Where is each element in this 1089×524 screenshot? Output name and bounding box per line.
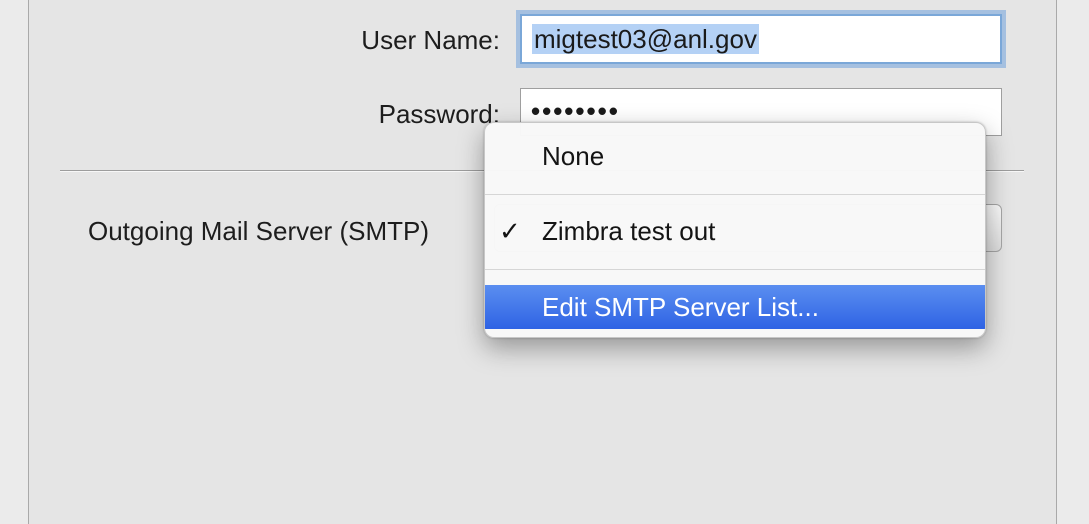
password-label: Password: bbox=[378, 99, 500, 129]
smtp-server-menu: None ✓ Zimbra test out Edit SMTP Server … bbox=[484, 122, 986, 338]
user-name-field[interactable]: migtest03@anl.gov bbox=[520, 14, 1002, 64]
user-name-value: migtest03@anl.gov bbox=[532, 24, 759, 54]
account-settings-panel: User Name: migtest03@anl.gov Password: •… bbox=[0, 0, 1089, 524]
menu-item-edit-smtp-server-list[interactable]: Edit SMTP Server List... bbox=[485, 285, 985, 329]
checkmark-icon: ✓ bbox=[499, 216, 521, 246]
menu-item-label: Edit SMTP Server List... bbox=[542, 292, 819, 322]
user-name-label: User Name: bbox=[361, 25, 500, 55]
menu-item-label: None bbox=[542, 141, 605, 171]
panel-right-edge bbox=[1056, 0, 1089, 524]
menu-separator bbox=[485, 194, 985, 195]
menu-item-label: Zimbra test out bbox=[542, 216, 716, 246]
smtp-label: Outgoing Mail Server (SMTP) bbox=[88, 216, 429, 246]
menu-separator bbox=[485, 269, 985, 270]
menu-item-zimbra-test-out[interactable]: ✓ Zimbra test out bbox=[485, 214, 985, 254]
panel-left-edge bbox=[0, 0, 29, 524]
menu-item-none[interactable]: None bbox=[485, 139, 985, 179]
